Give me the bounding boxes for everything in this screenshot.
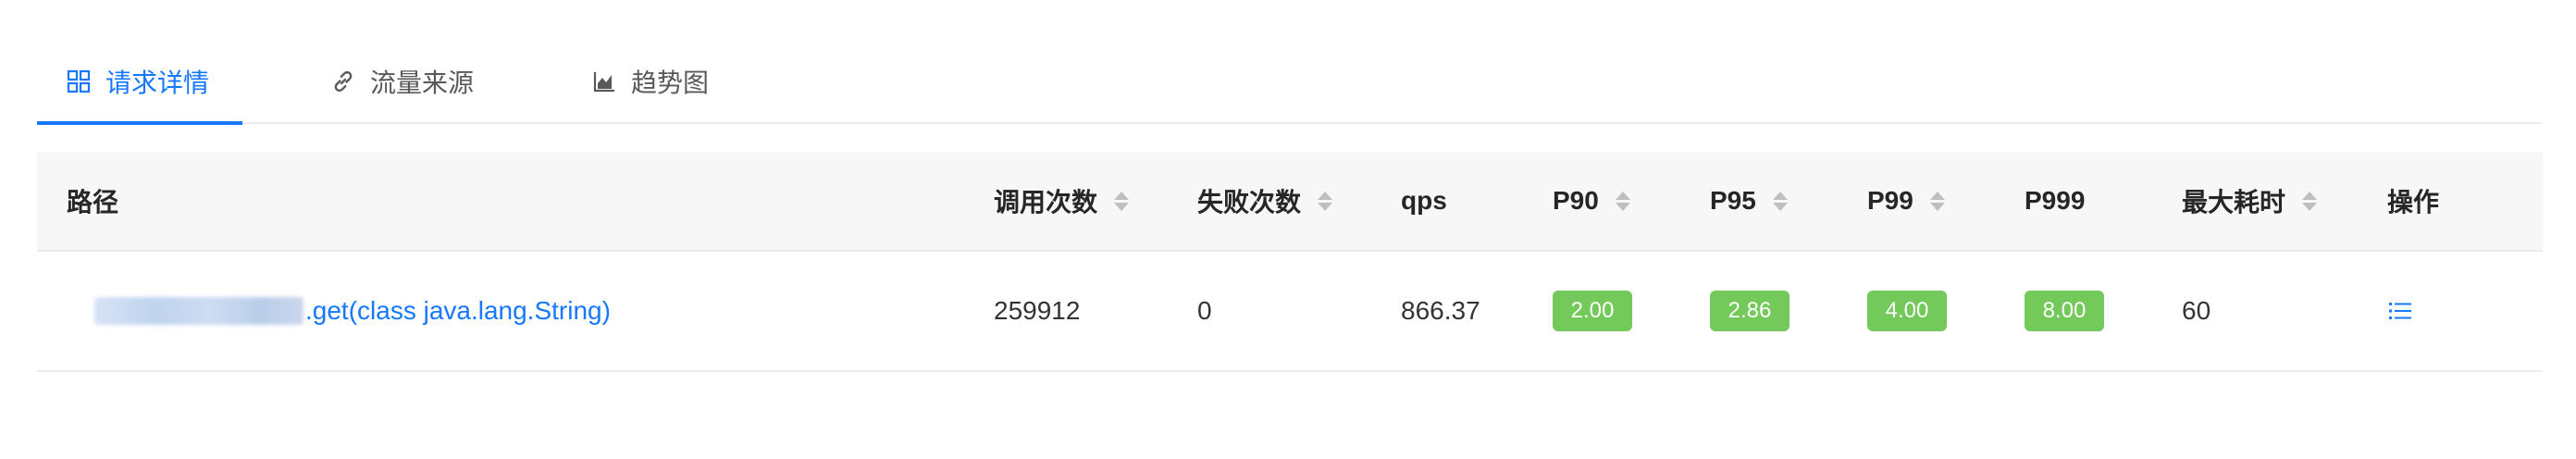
area-chart-icon — [590, 68, 618, 95]
active-tab-indicator — [37, 121, 242, 125]
cell-failures: 0 — [1197, 252, 1212, 370]
cell-p999: 8.00 — [2025, 252, 2104, 370]
column-header-label: 操作 — [2387, 188, 2440, 217]
p99-badge: 4.00 — [1867, 291, 1947, 331]
tab-label: 流量来源 — [370, 68, 475, 97]
column-header-max-duration[interactable]: 最大耗时 — [2182, 152, 2318, 250]
p999-badge: 8.00 — [2025, 291, 2104, 331]
column-header-label: qps — [1401, 186, 1447, 215]
cell-path: .get(class java.lang.String) — [94, 252, 611, 370]
tab-request-details[interactable]: 请求详情 — [65, 41, 209, 122]
p90-badge: 2.00 — [1553, 291, 1632, 331]
column-header-failures[interactable]: 失败次数 — [1197, 152, 1333, 250]
qps-value: 866.37 — [1401, 296, 1480, 325]
tab-label: 趋势图 — [631, 68, 710, 97]
column-header-label: 路径 — [67, 188, 119, 217]
sort-icon[interactable] — [1772, 191, 1788, 211]
sort-icon[interactable] — [2302, 191, 2318, 211]
column-header-label: P90 — [1553, 186, 1599, 215]
column-header-label: 最大耗时 — [2182, 188, 2286, 217]
sort-icon[interactable] — [1318, 191, 1333, 211]
column-header-p99[interactable]: P99 — [1867, 152, 1945, 250]
sort-icon[interactable] — [1929, 191, 1945, 211]
tab-label: 请求详情 — [105, 68, 210, 97]
calls-value: 259912 — [994, 296, 1081, 325]
failures-value: 0 — [1197, 296, 1212, 325]
sort-icon[interactable] — [1615, 191, 1630, 211]
column-header-label: P999 — [2025, 186, 2086, 215]
p95-badge: 2.86 — [1710, 291, 1790, 331]
column-header-label: P95 — [1710, 186, 1756, 215]
cell-max-duration: 60 — [2182, 252, 2211, 370]
table-row: .get(class java.lang.String) 259912 0 86… — [37, 252, 2543, 372]
cell-actions — [2387, 252, 2413, 370]
cell-p95: 2.86 — [1710, 252, 1790, 370]
sort-icon[interactable] — [1114, 191, 1130, 211]
column-header-qps: qps — [1401, 152, 1447, 250]
redacted-text — [94, 297, 303, 325]
cell-p90: 2.00 — [1553, 252, 1632, 370]
list-icon[interactable] — [2387, 298, 2413, 324]
column-header-label: 调用次数 — [994, 188, 1098, 217]
path-text: .get(class java.lang.String) — [305, 296, 611, 325]
link-icon — [329, 68, 357, 95]
cell-calls: 259912 — [994, 252, 1080, 370]
column-header-calls[interactable]: 调用次数 — [994, 152, 1130, 250]
request-details-table: 路径 调用次数 失败次数 qps P90 P95 P99 P999 最大耗时 操… — [37, 152, 2543, 372]
column-header-label: P99 — [1867, 186, 1913, 215]
column-header-label: 失败次数 — [1197, 188, 1302, 217]
column-header-p999: P999 — [2025, 152, 2085, 250]
table-header: 路径 调用次数 失败次数 qps P90 P95 P99 P999 最大耗时 操… — [37, 152, 2543, 252]
tab-trend-chart[interactable]: 趋势图 — [590, 41, 709, 122]
column-header-p90[interactable]: P90 — [1553, 152, 1630, 250]
tab-traffic-source[interactable]: 流量来源 — [329, 41, 474, 122]
column-header-actions: 操作 — [2387, 152, 2439, 250]
column-header-path: 路径 — [67, 152, 118, 250]
cell-qps: 866.37 — [1401, 252, 1480, 370]
path-link[interactable]: .get(class java.lang.String) — [94, 296, 611, 326]
tab-bar: 请求详情 流量来源 趋势图 — [37, 41, 2543, 125]
cell-p99: 4.00 — [1867, 252, 1947, 370]
column-header-p95[interactable]: P95 — [1710, 152, 1788, 250]
appstore-icon — [65, 68, 93, 95]
max-duration-value: 60 — [2182, 296, 2211, 325]
